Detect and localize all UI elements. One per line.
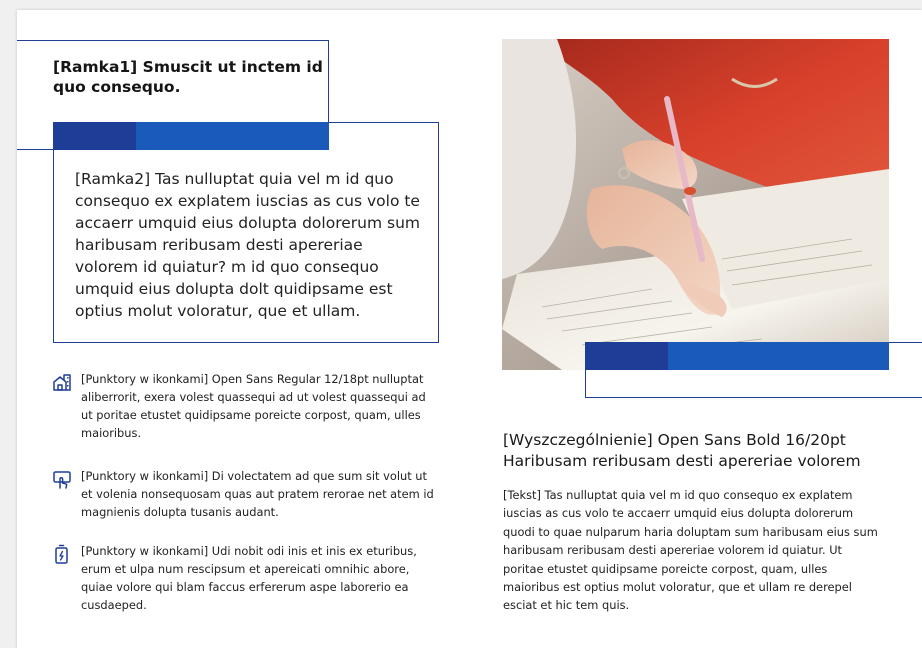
- house-icon: [52, 372, 72, 392]
- body-paragraph: [Tekst] Tas nulluptat quia vel m id quo …: [503, 488, 878, 613]
- accent-bar-dark: [53, 122, 136, 150]
- list-item-text: [Punktory w ikonkami] Udi nobit odi inis…: [81, 544, 417, 612]
- list-item: [Punktory w ikonkami] Udi nobit odi inis…: [52, 542, 442, 622]
- photo-accent-bar-light: [668, 342, 889, 370]
- battery-charging-icon: [52, 544, 72, 564]
- list-item-text: [Punktory w ikonkami] Open Sans Regular …: [81, 372, 426, 440]
- list-item: [Punktory w ikonkami] Di volectatem ad q…: [52, 467, 442, 527]
- list-item-text: [Punktory w ikonkami] Di volectatem ad q…: [81, 469, 434, 519]
- hand-tap-icon: [52, 469, 72, 489]
- highlight-heading: [Wyszczególnienie] Open Sans Bold 16/20p…: [503, 431, 861, 470]
- accent-bar-light: [136, 122, 329, 150]
- list-item: [Punktory w ikonkami] Open Sans Regular …: [52, 370, 442, 450]
- photo-accent-bar-dark: [585, 342, 668, 370]
- frame1-title: [Ramka1] Smuscit ut inctem id quo conseq…: [53, 58, 323, 96]
- frame2-text: [Ramka2] Tas nulluptat quia vel m id quo…: [75, 170, 420, 320]
- photo-hands-writing: [502, 39, 889, 370]
